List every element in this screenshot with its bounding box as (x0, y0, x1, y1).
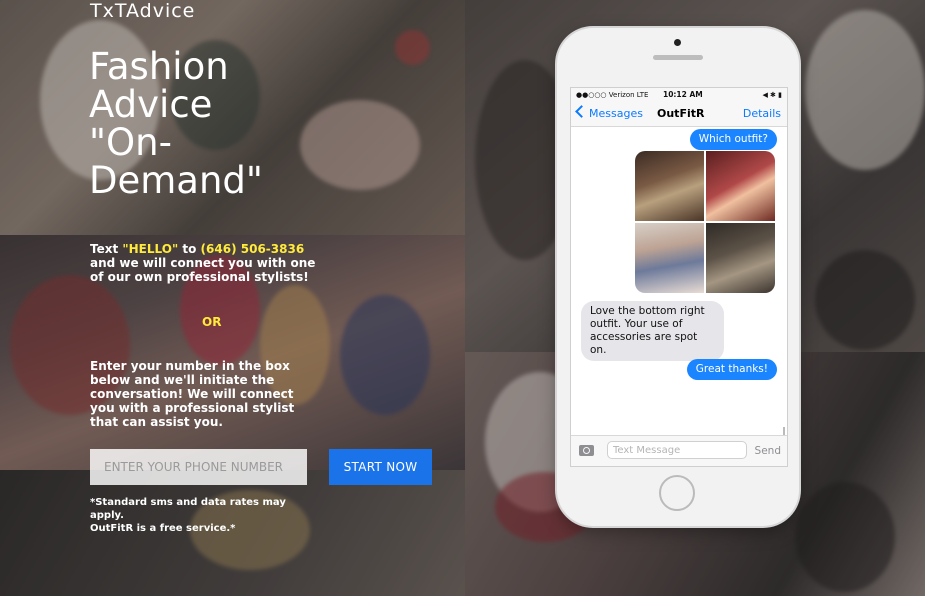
headline-line: "On- (89, 121, 172, 164)
phone-number-input[interactable] (90, 449, 307, 485)
phone-front-camera (674, 39, 681, 46)
phone-screen: ●●○○○ Verizon LTE 10:12 AM ◀ ✱ ▮ Message… (570, 87, 788, 467)
outfit-photo (706, 151, 775, 221)
start-now-button[interactable]: START NOW (329, 449, 432, 485)
conversation-title: OutFitR (657, 107, 705, 120)
chevron-left-icon (575, 105, 588, 118)
message-bubble-incoming: Love the bottom right outfit. Your use o… (581, 301, 724, 361)
phone-mockup: ●●○○○ Verizon LTE 10:12 AM ◀ ✱ ▮ Message… (557, 28, 799, 526)
status-bar: ●●○○○ Verizon LTE 10:12 AM ◀ ✱ ▮ (571, 88, 787, 102)
sms-to: to (178, 242, 201, 256)
message-bubble-outgoing: Which outfit? (689, 129, 777, 150)
headline-line: Demand" (89, 159, 263, 202)
sms-instructions: Text "HELLO" to (646) 506-3836 and we wi… (90, 242, 320, 284)
send-button: Send (754, 445, 781, 457)
outfit-photo (706, 223, 775, 293)
messages-nav-bar: Messages OutFitR Details (571, 102, 787, 127)
outfit-photo (635, 223, 704, 293)
headline-line: Advice (89, 83, 213, 126)
message-bubble-outgoing: Great thanks! (686, 359, 777, 380)
sms-text-prefix: Text (90, 242, 123, 256)
home-button (659, 475, 695, 511)
details-button: Details (742, 107, 781, 120)
battery-icon: ◀ ✱ ▮ (762, 91, 782, 99)
hero-headline: Fashion Advice "On- Demand" (89, 48, 289, 200)
carrier-signal: ●●○○○ Verizon LTE (576, 91, 649, 99)
status-time: 10:12 AM (663, 90, 703, 99)
disclaimer-rates: *Standard sms and data rates may apply. (90, 497, 286, 521)
enter-number-instructions: Enter your number in the box below and w… (90, 359, 295, 429)
messages-back-button: Messages (575, 105, 643, 120)
sms-phone-number: (646) 506-3836 (200, 242, 305, 256)
message-thread: Which outfit? Love the bottom right outf… (571, 127, 787, 437)
sms-keyword: "HELLO" (122, 242, 179, 256)
brand-logo[interactable]: TxTAdvice (90, 0, 195, 22)
disclaimer-free-service: OutFitR is a free service.* (90, 523, 236, 534)
or-divider: OR (202, 315, 222, 329)
text-message-field: Text Message (607, 441, 747, 459)
message-input-bar: Text Message Send (571, 435, 787, 466)
headline-line: Fashion (89, 45, 229, 88)
outfit-photo (635, 151, 704, 221)
camera-icon (579, 445, 594, 456)
sms-text-suffix: and we will connect you with one of our … (90, 256, 316, 284)
outfit-photo-grid (635, 151, 775, 293)
messages-back-label: Messages (589, 107, 643, 120)
disclaimer: *Standard sms and data rates may apply. … (90, 496, 310, 535)
phone-speaker (653, 55, 703, 60)
